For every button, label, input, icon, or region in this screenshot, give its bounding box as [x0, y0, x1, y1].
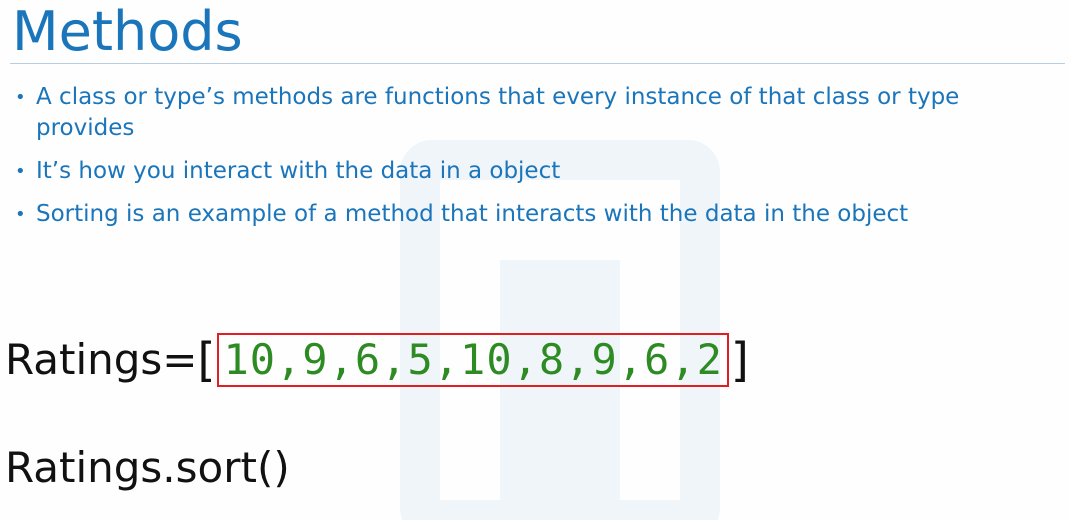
ratings-list-values: 10,9,6,5,10,8,9,6,2 — [223, 335, 723, 384]
open-bracket: [ — [197, 333, 216, 387]
bullet-item: • Sorting is an example of a method that… — [12, 199, 1062, 230]
bullet-text: Sorting is an example of a method that i… — [36, 201, 909, 227]
title-divider — [10, 63, 1065, 64]
ratings-prefix: Ratings= — [5, 335, 198, 384]
list-highlight-box: 10,9,6,5,10,8,9,6,2 — [217, 333, 729, 387]
ratings-assignment: Ratings=[10,9,6,5,10,8,9,6,2] — [5, 330, 749, 390]
close-bracket: ] — [730, 333, 749, 387]
sort-method-call: Ratings.sort() — [5, 443, 290, 492]
bullet-list: • A class or type’s methods are function… — [12, 82, 1062, 242]
slide-title: Methods — [12, 0, 243, 63]
bullet-dot-icon: • — [15, 161, 26, 182]
bullet-dot-icon: • — [15, 204, 26, 225]
bullet-item: • It’s how you interact with the data in… — [12, 156, 1062, 187]
bullet-text: It’s how you interact with the data in a… — [36, 158, 561, 184]
bullet-item: • A class or type’s methods are function… — [12, 82, 1062, 144]
bullet-dot-icon: • — [15, 87, 26, 108]
bullet-text: A class or type’s methods are functions … — [36, 84, 960, 141]
